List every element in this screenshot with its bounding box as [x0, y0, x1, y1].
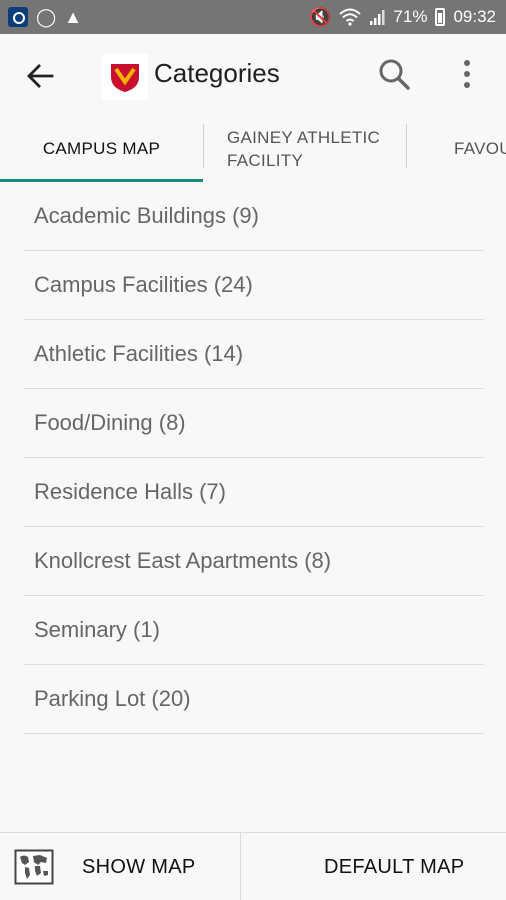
account-circle-icon: ◯ [36, 7, 57, 27]
bottom-bar: SHOW MAP DEFAULT MAP [0, 832, 506, 900]
default-map-label: DEFAULT MAP [324, 856, 465, 878]
page-title: Categories [154, 58, 280, 88]
list-item-food-dining[interactable]: Food/Dining (8) [24, 389, 484, 458]
list-item-seminary[interactable]: Seminary (1) [24, 596, 484, 665]
list-item-academic-buildings[interactable]: Academic Buildings (9) [24, 182, 484, 251]
tab-favourites[interactable]: FAVOU [408, 116, 506, 182]
default-map-button[interactable]: DEFAULT MAP [241, 833, 506, 900]
list-item-knollcrest-east-apartments[interactable]: Knollcrest East Apartments (8) [24, 527, 484, 596]
app-logo [102, 54, 148, 100]
app-bar: Categories [0, 34, 506, 116]
list-item-label: Academic Buildings (9) [34, 203, 259, 228]
show-map-button[interactable]: SHOW MAP [0, 833, 240, 900]
more-vert-icon[interactable] [452, 54, 482, 94]
tab-campus-map[interactable]: CAMPUS MAP [0, 116, 203, 182]
wifi-icon [339, 8, 362, 26]
list-item-residence-halls[interactable]: Residence Halls (7) [24, 458, 484, 527]
list-item-label: Seminary (1) [34, 617, 160, 642]
tab-divider [203, 124, 204, 168]
status-time: 09:32 [453, 7, 496, 26]
category-list: Academic Buildings (9) Campus Facilities… [0, 182, 506, 734]
status-bar-right: 🔇 71% 09:32 [309, 7, 496, 27]
battery-icon [435, 8, 446, 26]
mute-icon: 🔇 [309, 7, 332, 27]
list-item-label: Athletic Facilities (14) [34, 341, 244, 366]
calvin-shield-icon [111, 64, 139, 92]
list-item-label: Food/Dining (8) [34, 410, 186, 435]
warning-icon: ▲ [64, 7, 82, 27]
search-icon[interactable] [374, 54, 414, 94]
status-bar: ◯ ▲ 🔇 71% 09:32 [0, 0, 506, 34]
tab-bar: CAMPUS MAP GAINEY ATHLETIC FACILITY FAVO… [0, 116, 506, 182]
list-item-label: Residence Halls (7) [34, 479, 226, 504]
list-item-parking-lot[interactable]: Parking Lot (20) [24, 665, 484, 734]
back-arrow-icon[interactable] [22, 58, 58, 94]
status-bar-left: ◯ ▲ [8, 7, 82, 27]
tab-divider [406, 124, 407, 168]
list-item-athletic-facilities[interactable]: Athletic Facilities (14) [24, 320, 484, 389]
app-notification-icon [8, 7, 28, 27]
battery-percent: 71% [393, 7, 428, 26]
list-item-label: Campus Facilities (24) [34, 272, 253, 297]
list-item-campus-facilities[interactable]: Campus Facilities (24) [24, 251, 484, 320]
list-item-label: Parking Lot (20) [34, 686, 191, 711]
signal-icon [370, 10, 385, 25]
show-map-label: SHOW MAP [82, 856, 196, 878]
world-map-icon [14, 849, 54, 885]
list-item-label: Knollcrest East Apartments (8) [34, 548, 332, 573]
tab-gainey-athletic-facility[interactable]: GAINEY ATHLETIC FACILITY [205, 116, 405, 182]
